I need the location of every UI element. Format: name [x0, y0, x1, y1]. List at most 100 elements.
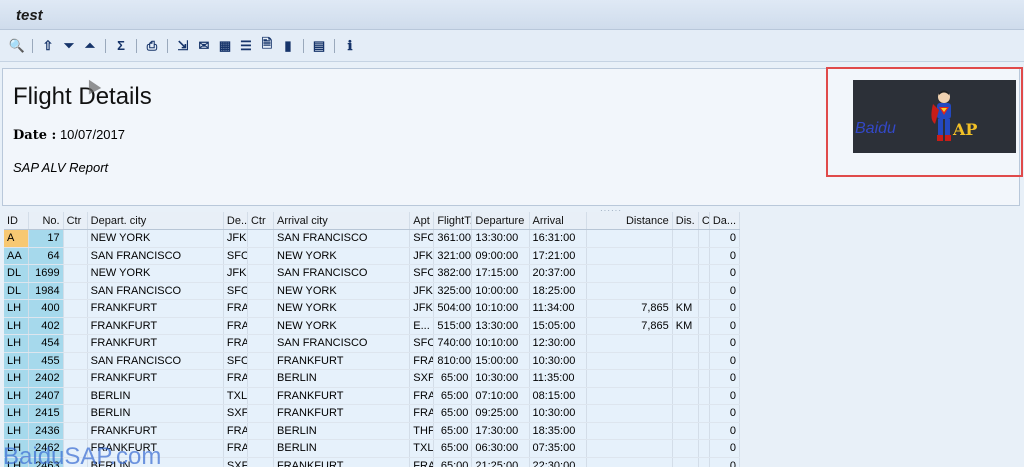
column-header[interactable]: Depart. city: [87, 212, 224, 230]
table-cell[interactable]: 0: [709, 317, 740, 335]
table-cell[interactable]: 17:21:00: [529, 247, 587, 265]
table-cell[interactable]: FRA: [223, 299, 248, 318]
table-cell[interactable]: 09:25:00: [471, 404, 530, 423]
table-cell[interactable]: FRANKFURT: [273, 457, 411, 467]
table-cell[interactable]: LH: [4, 317, 29, 335]
table-cell[interactable]: 17: [28, 229, 64, 248]
table-cell[interactable]: 0: [709, 439, 740, 458]
table-cell[interactable]: LH: [4, 387, 29, 405]
table-cell[interactable]: 10:10:00: [471, 334, 530, 353]
table-cell[interactable]: 08:15:00: [529, 387, 587, 405]
table-cell[interactable]: 12:30:00: [529, 334, 587, 353]
table-cell[interactable]: NEW YORK: [273, 247, 411, 265]
table-cell[interactable]: [247, 457, 275, 467]
table-cell[interactable]: SAN FRANCISCO: [87, 247, 224, 265]
table-cell[interactable]: 402: [28, 317, 64, 335]
table-cell[interactable]: [63, 404, 88, 423]
table-cell[interactable]: SAN FRANCISCO: [87, 282, 224, 300]
table-cell[interactable]: JFK: [409, 247, 435, 265]
table-cell[interactable]: FRANKFURT: [273, 352, 411, 370]
column-header[interactable]: Ctr: [247, 212, 275, 230]
table-cell[interactable]: [63, 334, 88, 353]
table-cell[interactable]: 515:00: [433, 317, 473, 335]
table-cell[interactable]: SFO: [223, 352, 248, 370]
table-cell[interactable]: [586, 229, 673, 248]
table-row[interactable]: LH 454 FRANKFURT FRA SAN FRANCISCO SFO 740:00 1…: [4, 334, 740, 353]
table-cell[interactable]: 07:10:00: [471, 387, 530, 405]
table-cell[interactable]: FRA: [409, 352, 435, 370]
table-cell[interactable]: 65:00: [433, 387, 473, 405]
table-cell[interactable]: 1984: [28, 282, 64, 300]
table-cell[interactable]: 17:30:00: [471, 422, 530, 440]
table-cell[interactable]: [247, 334, 275, 353]
column-header[interactable]: Arrival: [529, 212, 587, 230]
table-cell[interactable]: [586, 422, 673, 440]
table-cell[interactable]: LH: [4, 334, 29, 353]
table-cell[interactable]: 2402: [28, 369, 64, 388]
layout-icon[interactable]: ▤: [310, 37, 328, 55]
set-filter-icon[interactable]: ⏶: [81, 37, 99, 55]
table-cell[interactable]: [698, 457, 710, 467]
table-cell[interactable]: 382:00: [433, 264, 473, 283]
table-cell[interactable]: 21:25:00: [471, 457, 530, 467]
table-cell[interactable]: [698, 334, 710, 353]
table-cell[interactable]: [586, 264, 673, 283]
table-cell[interactable]: [247, 247, 275, 265]
word-processing-icon[interactable]: ☰: [237, 37, 255, 55]
table-cell[interactable]: NEW YORK: [87, 229, 224, 248]
column-header[interactable]: Da...: [709, 212, 740, 230]
table-cell[interactable]: 7,865: [586, 299, 673, 318]
table-cell[interactable]: [247, 422, 275, 440]
table-cell[interactable]: SXF: [223, 457, 248, 467]
local-file-icon[interactable]: 🗎: [258, 36, 276, 55]
table-cell[interactable]: 0: [709, 457, 740, 467]
table-cell[interactable]: [247, 299, 275, 318]
table-cell[interactable]: FRA: [409, 457, 435, 467]
table-cell[interactable]: [698, 264, 710, 283]
table-cell[interactable]: [672, 264, 699, 283]
table-cell[interactable]: [698, 299, 710, 318]
column-header[interactable]: ID: [4, 212, 29, 230]
table-cell[interactable]: 321:00: [433, 247, 473, 265]
column-header[interactable]: Distance: [586, 212, 673, 230]
table-cell[interactable]: FRANKFURT: [87, 317, 224, 335]
table-cell[interactable]: NEW YORK: [273, 317, 411, 335]
table-cell[interactable]: DL: [4, 282, 29, 300]
table-cell[interactable]: [672, 334, 699, 353]
table-cell[interactable]: 0: [709, 387, 740, 405]
table-cell[interactable]: [698, 282, 710, 300]
table-cell[interactable]: 65:00: [433, 404, 473, 423]
table-cell[interactable]: [586, 282, 673, 300]
table-cell[interactable]: [247, 317, 275, 335]
spreadsheet-icon[interactable]: ▦: [216, 37, 234, 55]
table-cell[interactable]: 361:00: [433, 229, 473, 248]
column-header[interactable]: Apt: [409, 212, 435, 230]
table-cell[interactable]: [586, 457, 673, 467]
table-cell[interactable]: 454: [28, 334, 64, 353]
table-cell[interactable]: LH: [4, 422, 29, 440]
table-cell[interactable]: E...: [409, 317, 435, 335]
table-cell[interactable]: BERLIN: [87, 387, 224, 405]
table-cell[interactable]: [698, 439, 710, 458]
table-cell[interactable]: [698, 422, 710, 440]
table-cell[interactable]: FRA: [223, 317, 248, 335]
table-cell[interactable]: SFO: [223, 282, 248, 300]
table-cell[interactable]: [586, 439, 673, 458]
table-cell[interactable]: FRANKFURT: [87, 299, 224, 318]
table-cell[interactable]: [63, 282, 88, 300]
table-cell[interactable]: [672, 352, 699, 370]
table-cell[interactable]: [247, 439, 275, 458]
table-cell[interactable]: 0: [709, 229, 740, 248]
table-cell[interactable]: SAN FRANCISCO: [273, 334, 411, 353]
table-cell[interactable]: [586, 369, 673, 388]
table-cell[interactable]: 0: [709, 404, 740, 423]
table-cell[interactable]: [672, 439, 699, 458]
table-cell[interactable]: 16:31:00: [529, 229, 587, 248]
column-header[interactable]: Dis.: [672, 212, 699, 230]
table-cell[interactable]: 15:05:00: [529, 317, 587, 335]
table-cell[interactable]: KM: [672, 299, 699, 318]
table-cell[interactable]: 10:30:00: [529, 404, 587, 423]
table-cell[interactable]: [247, 264, 275, 283]
sort-ascending-icon[interactable]: ⇧: [39, 37, 57, 55]
table-cell[interactable]: [586, 352, 673, 370]
